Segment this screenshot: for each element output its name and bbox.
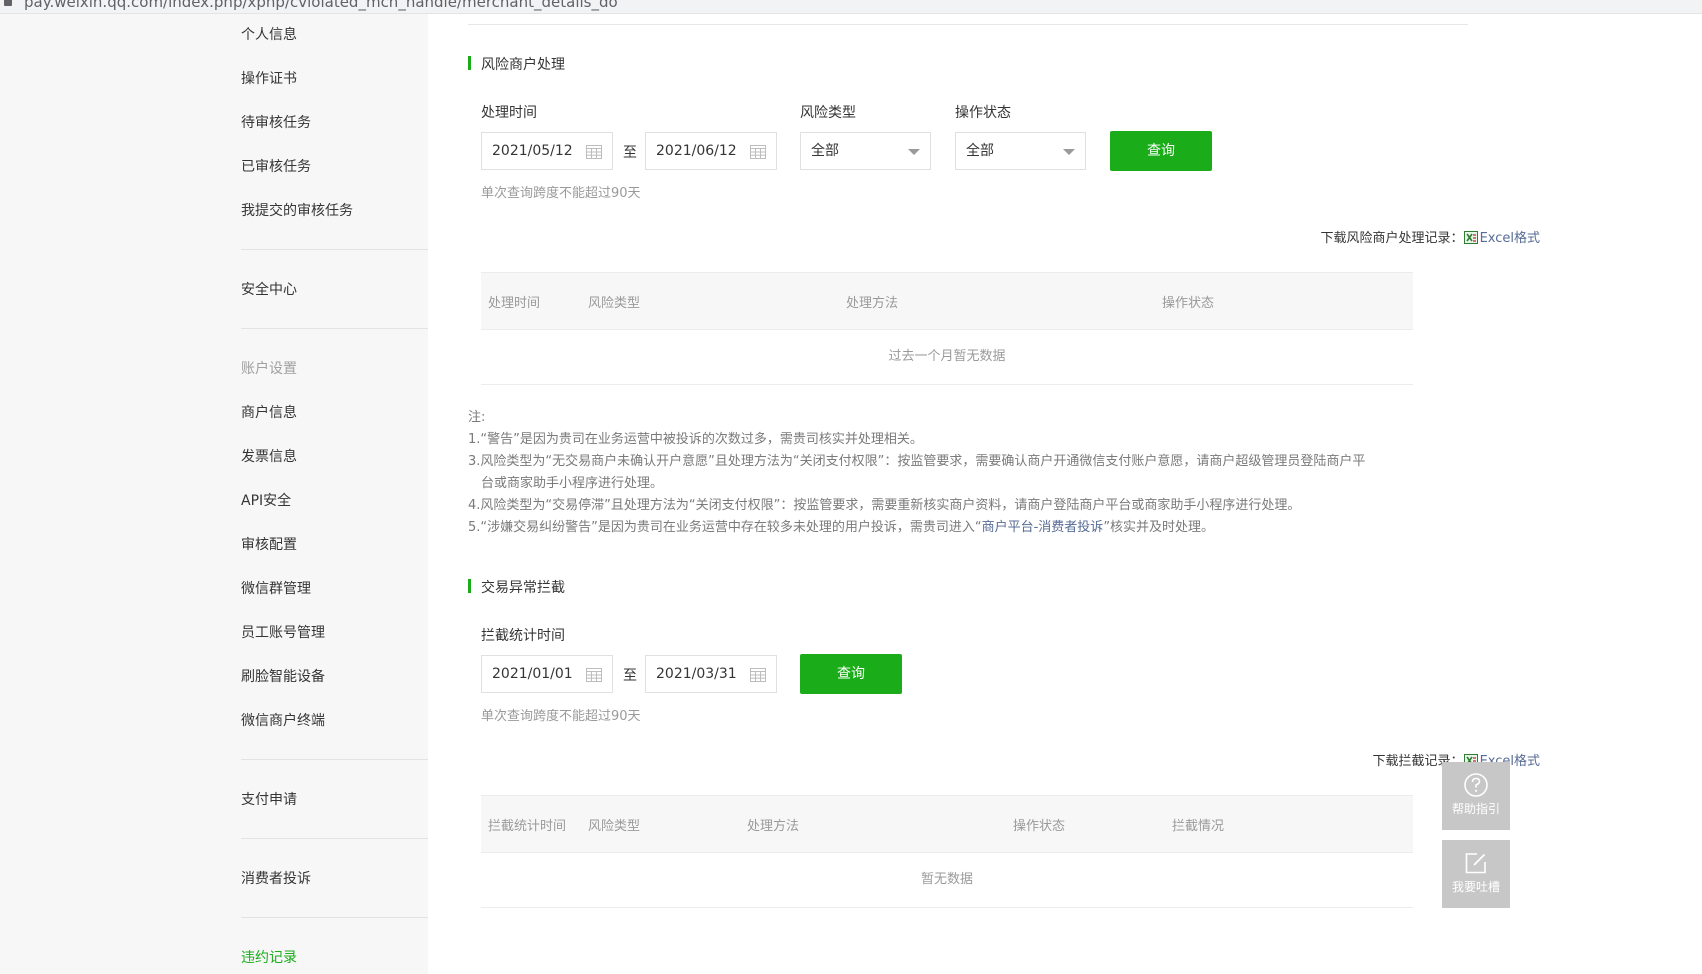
risk-type-select[interactable]: 全部 [800,132,931,170]
sidebar-item-profile[interactable]: 个人信息 [241,24,297,44]
note-5-text-end: ”核实并及时处理。 [1103,520,1215,535]
column-header: 操作状态 [1162,296,1215,311]
notes: 注: 1.“警告”是因为贵司在业务运营中被投诉的次数过多，需贵司核实并处理相关。… [468,407,1468,539]
intercept-query-hint: 单次查询跨度不能超过90天 [481,709,641,724]
risk-status-selected: 全部 [966,143,994,159]
risk-end-date-input[interactable]: 2021/06/12 [645,132,777,170]
note-1: 1.“警告”是因为贵司在业务运营中被投诉的次数过多，需贵司核实并处理相关。 [468,432,923,447]
sidebar-item-pay-apply[interactable]: 支付申请 [241,789,297,809]
feedback-button[interactable]: 我要吐槽 [1442,840,1510,908]
lock-icon [4,0,12,6]
column-header: 处理方法 [846,296,899,311]
sidebar-item-api-security[interactable]: API安全 [241,490,291,510]
column-header: 风险类型 [588,819,641,834]
sidebar-item-complaints[interactable]: 消费者投诉 [241,868,311,888]
calendar-icon[interactable] [750,667,766,682]
notes-title: 注: [468,410,486,425]
intercept-table-header: 拦截统计时间 风险类型 处理方法 操作状态 拦截情况 [481,795,1413,853]
sidebar-item-invoice[interactable]: 发票信息 [241,446,297,466]
sidebar: 个人信息 操作证书 待审核任务 已审核任务 我提交的审核任务 安全中心 账户设置… [0,14,428,974]
column-header: 处理方法 [747,819,800,834]
calendar-icon[interactable] [586,144,602,159]
risk-end-date-value: 2021/06/12 [656,143,737,159]
sidebar-divider [241,838,428,839]
sidebar-item-review-config[interactable]: 审核配置 [241,534,297,554]
note-4: 4.风险类型为“交易停滞”且处理方法为“关闭支付权限”：按监管要求，需要重新核实… [468,498,1301,513]
note-3-continued: 台或商家助手小程序进行处理。 [481,476,664,491]
sidebar-divider [241,917,428,918]
calendar-icon[interactable] [586,667,602,682]
risk-type-selected: 全部 [811,143,839,159]
sidebar-item-merchant-terminal[interactable]: 微信商户终端 [241,710,325,730]
main-content: 风险商户处理 处理时间 风险类型 操作状态 2021/05/12 至 2021/… [428,14,1702,974]
risk-table-header: 处理时间 风险类型 处理方法 操作状态 [481,272,1413,330]
help-guide-button[interactable]: 帮助指引 [1442,762,1510,830]
risk-status-select[interactable]: 全部 [955,132,1086,170]
note-5: 5.“涉嫌交易纠纷警告”是因为贵司在业务运营中存在较多未处理的用户投诉，需贵司进… [468,517,1468,539]
column-header: 拦截统计时间 [488,819,567,834]
sidebar-item-merchant-info[interactable]: 商户信息 [241,402,297,422]
intercept-start-date-input[interactable]: 2021/01/01 [481,655,613,693]
sidebar-group-account: 账户设置 [241,361,297,377]
chevron-down-icon [1063,149,1075,155]
column-header: 拦截情况 [1172,819,1225,834]
risk-start-date-input[interactable]: 2021/05/12 [481,132,613,170]
sidebar-item-violations[interactable]: 违约记录 [241,947,297,967]
divider [468,24,1468,25]
sidebar-divider [241,759,428,760]
intercept-end-date-value: 2021/03/31 [656,666,737,682]
intercept-start-date-value: 2021/01/01 [492,666,573,682]
column-header: 处理时间 [488,296,541,311]
risk-query-hint: 单次查询跨度不能超过90天 [481,186,641,201]
intercept-query-button[interactable]: 查询 [800,654,902,694]
note-3: 3.风险类型为“无交易商户未确认开户意愿”且处理方法为“关闭支付权限”：按监管要… [468,454,1366,469]
browser-url-bar[interactable]: pay.weixin.qq.com/index.php/xphp/cviolat… [0,0,1702,14]
risk-query-button[interactable]: 查询 [1110,131,1212,171]
risk-section-title: 风险商户处理 [468,54,565,74]
risk-download-label: 下载风险商户处理记录： [1320,231,1464,246]
calendar-icon[interactable] [750,144,766,159]
column-header: 风险类型 [588,296,641,311]
sidebar-divider [241,249,428,250]
complaints-link[interactable]: 商户平台-消费者投诉 [982,520,1104,535]
help-guide-label: 帮助指引 [1451,802,1500,816]
risk-status-label: 操作状态 [955,105,1011,121]
intercept-section-title: 交易异常拦截 [468,577,565,597]
url-text[interactable]: pay.weixin.qq.com/index.php/xphp/cviolat… [24,0,618,11]
risk-download-excel-link[interactable]: Excel格式 [1480,231,1540,246]
column-header: 操作状态 [1013,819,1066,834]
note-5-text: 5.“涉嫌交易纠纷警告”是因为贵司在业务运营中存在较多未处理的用户投诉，需贵司进… [468,520,982,535]
sidebar-item-submitted-tasks[interactable]: 我提交的审核任务 [241,200,353,220]
risk-download: 下载风险商户处理记录： Excel格式 [1321,227,1540,246]
date-range-separator: 至 [623,668,637,684]
edit-icon [1465,853,1486,874]
chevron-down-icon [908,149,920,155]
risk-table-empty: 过去一个月暂无数据 [481,330,1413,385]
feedback-label: 我要吐槽 [1451,880,1500,894]
intercept-end-date-input[interactable]: 2021/03/31 [645,655,777,693]
sidebar-item-pending-tasks[interactable]: 待审核任务 [241,112,311,132]
intercept-table-empty: 暂无数据 [481,853,1413,908]
sidebar-item-wechat-groups[interactable]: 微信群管理 [241,578,311,598]
sidebar-item-security[interactable]: 安全中心 [241,279,297,299]
risk-type-label: 风险类型 [800,105,856,121]
sidebar-item-face-devices[interactable]: 刷脸智能设备 [241,666,325,686]
intercept-time-label: 拦截统计时间 [481,628,565,644]
sidebar-divider [241,328,428,329]
risk-time-label: 处理时间 [481,105,537,121]
sidebar-item-certificate[interactable]: 操作证书 [241,68,297,88]
sidebar-item-staff-accounts[interactable]: 员工账号管理 [241,622,325,642]
question-icon [1464,773,1488,797]
risk-start-date-value: 2021/05/12 [492,143,573,159]
sidebar-item-reviewed-tasks[interactable]: 已审核任务 [241,156,311,176]
date-range-separator: 至 [623,145,637,161]
excel-icon[interactable] [1463,231,1478,244]
